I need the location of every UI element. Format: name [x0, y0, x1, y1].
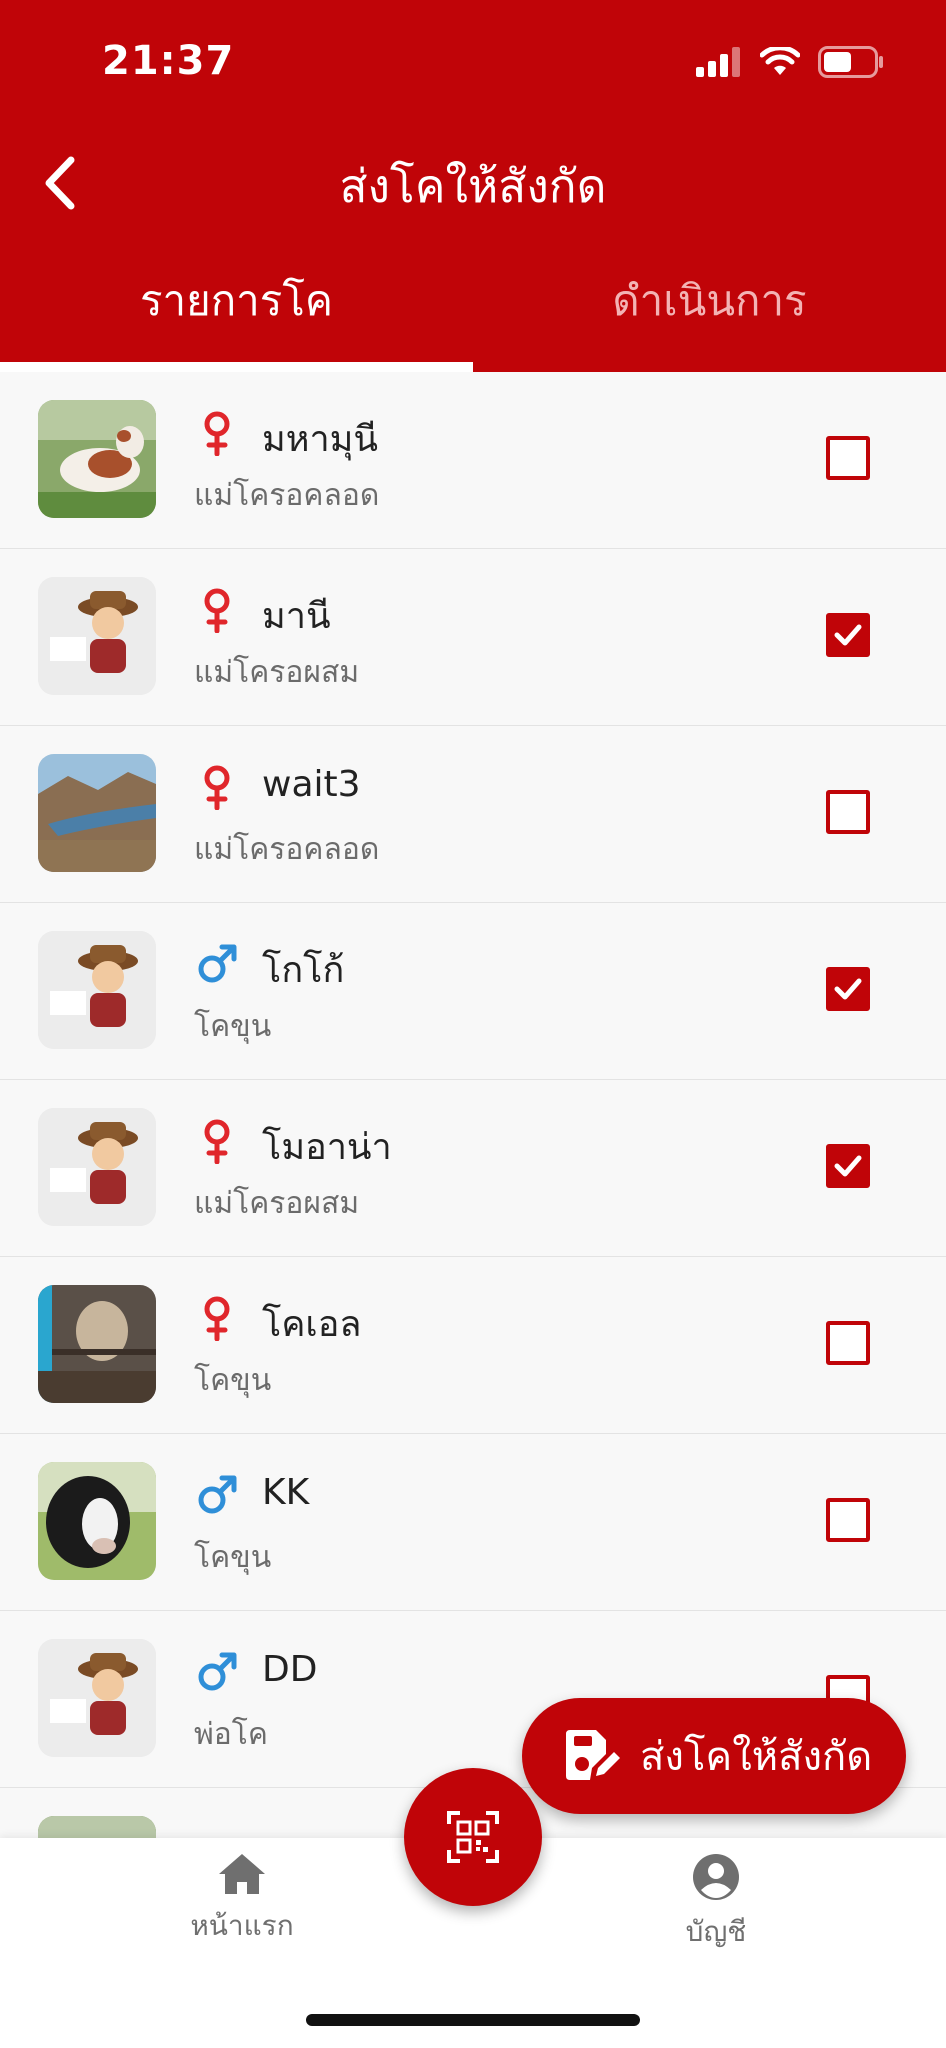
cow-name: wait3 — [262, 764, 361, 805]
nav-account[interactable]: บัญชี — [616, 1852, 816, 1954]
select-checkbox[interactable] — [826, 1321, 870, 1365]
cow-name: โกโก้ — [262, 950, 345, 991]
battery-icon — [818, 46, 883, 78]
app-header: 21:37 ส่งโคให้สังกัด รายการโค ดำเนินการ — [0, 0, 946, 372]
cow-name: DD — [262, 1649, 318, 1690]
cow-photo — [38, 1816, 156, 1838]
select-checkbox[interactable] — [826, 436, 870, 480]
wifi-icon — [760, 47, 800, 75]
cow-list[interactable]: มหามุนี แม่โครอคลอด มานี แม่โครอผสม wait… — [0, 372, 946, 1838]
select-checkbox[interactable] — [826, 1498, 870, 1542]
checkmark-icon — [834, 1155, 862, 1177]
home-icon — [219, 1854, 265, 1894]
cow-name: โมอาน่า — [262, 1127, 392, 1168]
list-item[interactable]: โคเอล โคขุน — [0, 1257, 946, 1434]
list-item[interactable]: มหามุนี แม่โครอคลอด — [0, 372, 946, 549]
save-edit-icon — [566, 1730, 620, 1780]
cow-name: โคเอล — [262, 1304, 362, 1345]
list-item[interactable]: มานี แม่โครอผสม — [0, 549, 946, 726]
farmer-cartoon-avatar — [38, 1639, 156, 1757]
list-item[interactable]: โกโก้ โคขุน — [0, 903, 946, 1080]
cow-breed: แม่โครอผสม — [194, 1186, 360, 1221]
list-item[interactable]: wait3 แม่โครอคลอด — [0, 726, 946, 903]
landscape-photo — [38, 754, 156, 872]
farmer-cartoon-avatar — [38, 577, 156, 695]
home-indicator — [306, 2014, 640, 2026]
select-checkbox[interactable] — [826, 1144, 870, 1188]
farmer-cartoon-avatar — [38, 1108, 156, 1226]
status-icons — [696, 46, 884, 78]
checkmark-icon — [834, 978, 862, 1000]
checkmark-icon — [834, 624, 862, 646]
nav-home-label: หน้าแรก — [190, 1909, 294, 1942]
farmer-cartoon-avatar — [38, 931, 156, 1049]
account-icon — [693, 1854, 739, 1900]
male-icon — [198, 944, 237, 983]
male-icon — [198, 1652, 237, 1691]
active-tab-indicator — [0, 362, 473, 372]
cow-name: มานี — [262, 596, 331, 637]
select-checkbox[interactable] — [826, 613, 870, 657]
qr-scan-icon — [447, 1811, 499, 1863]
list-item[interactable]: KK โคขุน — [0, 1434, 946, 1611]
cow-breed: โคขุน — [194, 1009, 272, 1044]
tab-cow-list[interactable]: รายการโค — [0, 268, 473, 334]
female-icon — [204, 1296, 230, 1341]
select-checkbox[interactable] — [826, 967, 870, 1011]
list-item[interactable]: โมอาน่า แม่โครอผสม — [0, 1080, 946, 1257]
cow-breed: โคขุน — [194, 1540, 272, 1575]
cow-breed: แม่โครอคลอด — [194, 478, 380, 513]
cow-breed: โคขุน — [194, 1363, 272, 1398]
qr-scan-button[interactable] — [404, 1768, 542, 1906]
cow-breed: แม่โครอผสม — [194, 655, 360, 690]
female-icon — [204, 588, 230, 633]
send-to-affiliation-button[interactable]: ส่งโคให้สังกัด — [522, 1698, 906, 1814]
nav-account-label: บัญชี — [685, 1915, 747, 1948]
cow-photo — [38, 400, 156, 518]
tab-process[interactable]: ดำเนินการ — [473, 268, 946, 334]
cow-breed: พ่อโค — [194, 1717, 268, 1752]
cow-photo — [38, 1462, 156, 1580]
cow-photo — [38, 1285, 156, 1403]
cow-name: KK — [262, 1472, 310, 1513]
select-checkbox[interactable] — [826, 790, 870, 834]
cow-name: มหามุนี — [262, 419, 379, 460]
female-icon — [204, 1119, 230, 1164]
female-icon — [204, 411, 230, 456]
cow-breed: แม่โครอคลอด — [194, 832, 380, 867]
send-button-label: ส่งโคให้สังกัด — [640, 1734, 873, 1780]
female-icon — [204, 765, 230, 810]
male-icon — [198, 1475, 237, 1514]
page-title: ส่งโคให้สังกัด — [339, 159, 607, 213]
nav-home[interactable]: หน้าแรก — [142, 1852, 342, 1948]
status-time: 21:37 — [102, 38, 235, 84]
signal-icon — [696, 47, 740, 77]
